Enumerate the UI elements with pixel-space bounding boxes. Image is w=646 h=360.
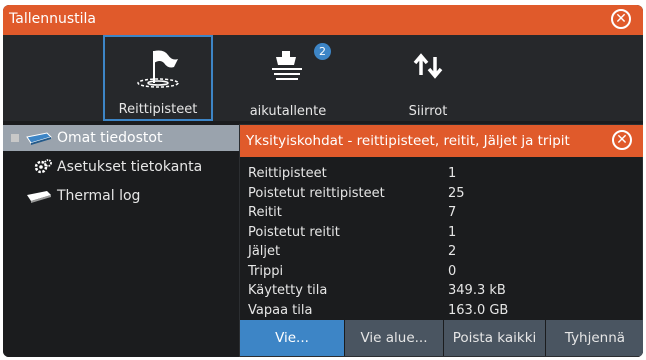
detail-value: 1: [448, 224, 457, 240]
detail-row: Vapaa tila 163.0 GB: [248, 302, 638, 322]
toolbar: Reittipisteet 2 aikutallente Siirrot: [3, 35, 643, 121]
details-dialog: Yksityiskohdat - reittipisteet, reitit, …: [239, 124, 643, 357]
storage-disk-icon: [27, 191, 51, 203]
dialog-title: Yksityiskohdat - reittipisteet, reitit, …: [246, 133, 570, 149]
expand-icon[interactable]: [11, 134, 19, 142]
detail-row: Reitit 7: [248, 204, 638, 224]
screen: Tallennustila ✕ Reittipisteet 2 aikutall…: [0, 0, 646, 360]
detail-key: Jäljet: [248, 244, 281, 259]
detail-key: Poistetut reittipisteet: [248, 185, 385, 201]
detail-value: 7: [448, 205, 457, 220]
detail-key: Trippi: [248, 263, 284, 279]
window-titlebar: Tallennustila ✕: [3, 5, 643, 35]
detail-value: 1: [448, 166, 457, 181]
tool-vessel-tracks[interactable]: 2 aikutallente: [233, 35, 343, 121]
clear-button[interactable]: Tyhjennä: [546, 320, 643, 356]
detail-value: 0: [448, 263, 457, 279]
detail-value: 2: [448, 244, 457, 259]
export-area-button[interactable]: Vie alue...: [345, 320, 443, 356]
detail-row: Poistetut reitit 1: [248, 224, 638, 244]
detail-key: Vapaa tila: [248, 302, 313, 318]
tool-label: Siirrot: [408, 104, 448, 119]
detail-row: Reittipisteet 1: [248, 165, 638, 185]
delete-all-button[interactable]: Poista kaikki: [444, 320, 545, 356]
storage-tree: Omat tiedostot Asetukset tietokanta Ther…: [3, 121, 241, 357]
detail-row: Poistetut reittipisteet 25: [248, 185, 638, 205]
storage-window: Tallennustila ✕ Reittipisteet 2 aikutall…: [3, 5, 643, 357]
transfer-arrows-icon: [413, 53, 443, 79]
waypoint-flag-icon: [137, 50, 179, 88]
window-title: Tallennustila: [9, 11, 96, 27]
detail-value: 25: [448, 185, 465, 201]
detail-key: Reittipisteet: [248, 166, 327, 181]
dialog-close-icon[interactable]: ✕: [612, 130, 632, 150]
detail-key: Käytetty tila: [248, 283, 328, 298]
tree-item-thermal-log[interactable]: Thermal log: [3, 183, 241, 209]
tool-transfers[interactable]: Siirrot: [373, 35, 483, 121]
window-close-icon[interactable]: ✕: [611, 9, 631, 29]
tree-item-label: Asetukset tietokanta: [57, 159, 203, 175]
detail-key: Reitit: [248, 205, 282, 220]
dialog-titlebar: Yksityiskohdat - reittipisteet, reitit, …: [240, 125, 643, 157]
tree-item-label: Thermal log: [57, 188, 141, 204]
notification-badge: 2: [314, 43, 331, 60]
detail-row: Jäljet 2: [248, 243, 638, 263]
details-list: Reittipisteet 1 Poistetut reittipisteet …: [248, 165, 638, 321]
detail-row: Käytetty tila 349.3 kB: [248, 282, 638, 302]
detail-value: 349.3 kB: [448, 283, 506, 298]
detail-key: Poistetut reitit: [248, 224, 340, 240]
vessel-track-icon: [272, 51, 302, 80]
tool-waypoints[interactable]: Reittipisteet: [103, 35, 213, 121]
detail-row: Trippi 0: [248, 263, 638, 283]
tree-item-label: Omat tiedostot: [57, 130, 163, 146]
settings-database-icon: [34, 159, 52, 174]
tree-item-settings-database[interactable]: Asetukset tietokanta: [3, 154, 241, 180]
storage-disk-icon: [26, 132, 52, 145]
detail-value: 163.0 GB: [448, 302, 509, 318]
dialog-button-bar: Vie... Vie alue... Poista kaikki Tyhjenn…: [240, 320, 643, 356]
tool-label: Reittipisteet: [118, 102, 198, 117]
tool-label: aikutallente: [249, 104, 327, 119]
export-button[interactable]: Vie...: [240, 320, 344, 356]
tree-item-my-files[interactable]: Omat tiedostot: [3, 125, 241, 151]
